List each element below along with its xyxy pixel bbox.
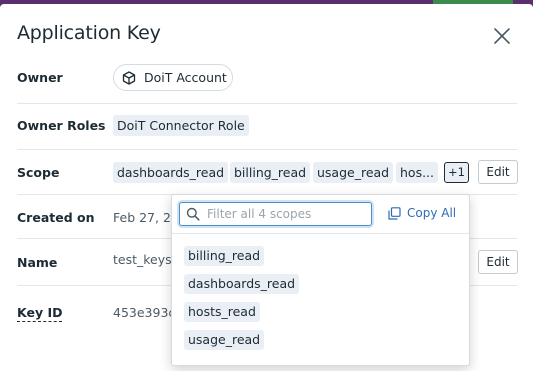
key-id-label: Key ID [17, 305, 63, 322]
scope-list-item: dashboards_read [184, 274, 300, 294]
key-id-label-text[interactable]: Key ID [17, 305, 63, 322]
scope-popover-header: Copy All [172, 195, 469, 234]
created-on-label: Created on [17, 210, 95, 225]
owner-roles-label: Owner Roles [17, 118, 106, 133]
cube-icon [122, 70, 136, 85]
owner-role-tag: DoiT Connector Role [113, 115, 249, 136]
divider [17, 149, 517, 150]
owner-chip[interactable]: DoiT Account [113, 64, 233, 91]
name-label: Name [17, 255, 58, 270]
scope-tag: dashboards_read [113, 162, 229, 183]
scope-list-item: billing_read [184, 246, 265, 266]
scope-tag: usage_read [313, 162, 394, 183]
created-on-value: Feb 27, 20 [113, 210, 179, 225]
close-icon [494, 28, 510, 44]
copy-all-label: Copy All [407, 206, 457, 220]
scope-popover: Copy All billing_read dashboards_read ho… [171, 194, 470, 366]
scope-label: Scope [17, 165, 60, 180]
scope-filter-input[interactable] [207, 207, 357, 221]
divider [17, 103, 517, 104]
owner-value: DoiT Account [144, 70, 227, 85]
application-key-modal: Application Key Owner DoiT Account Owner… [0, 4, 533, 371]
scope-list-item: usage_read [184, 330, 265, 350]
edit-scope-button[interactable]: Edit [478, 160, 518, 184]
modal-title: Application Key [17, 22, 161, 44]
key-id-value: 453e393c [113, 305, 176, 320]
copy-all-button[interactable]: Copy All [388, 206, 456, 220]
search-icon [186, 207, 200, 221]
owner-label: Owner [17, 70, 63, 85]
scope-tag: hos... [396, 162, 439, 183]
more-scopes-button[interactable]: +1 [444, 162, 469, 183]
scope-tag: billing_read [230, 162, 311, 183]
scope-filter-box[interactable] [179, 202, 372, 226]
close-button[interactable] [490, 24, 514, 48]
name-value: test_keys [113, 252, 172, 267]
copy-icon [388, 206, 401, 220]
edit-name-button[interactable]: Edit [478, 250, 518, 274]
scope-list-item: hosts_read [184, 302, 260, 322]
